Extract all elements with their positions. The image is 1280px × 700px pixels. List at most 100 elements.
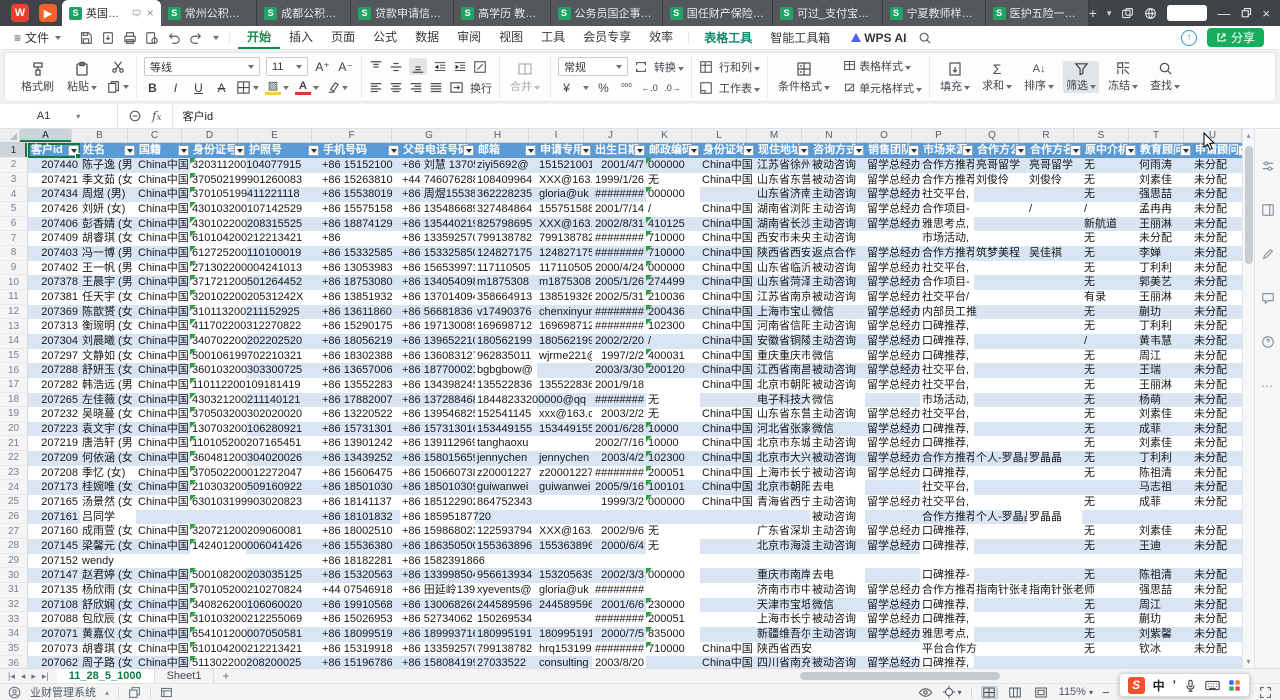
row-header-10[interactable]: 10 <box>0 275 28 290</box>
cell-O16[interactable]: 留学总经办 <box>865 363 920 378</box>
page-layout-view-button[interactable] <box>1007 686 1024 699</box>
search-icon[interactable] <box>918 31 932 45</box>
cell-P22[interactable]: 合作方推荐 <box>920 451 974 466</box>
cell-A22[interactable]: 207209 <box>28 451 80 466</box>
cell-M36[interactable]: 四川省南充 <box>755 656 810 668</box>
cell-L22[interactable]: China中国 <box>700 451 755 466</box>
cell-T26[interactable] <box>1137 510 1192 525</box>
cell-J20[interactable]: 2001/6/28 <box>592 422 646 437</box>
cell-R18[interactable] <box>1027 393 1082 408</box>
cell-R29[interactable] <box>1027 554 1082 569</box>
menu-item[interactable]: 数据 <box>406 26 448 49</box>
cell-M33[interactable]: 上海市长宁 <box>755 612 810 627</box>
cell-N29[interactable] <box>810 554 865 569</box>
cell-C29[interactable] <box>136 554 190 569</box>
cell-Q28[interactable] <box>974 539 1027 554</box>
cell-R6[interactable] <box>1027 217 1082 232</box>
menu-item[interactable]: 页面 <box>322 26 364 49</box>
cell-K32[interactable]: 230000 <box>646 598 700 613</box>
cell-O21[interactable]: 留学总经办 <box>865 436 920 451</box>
cell-J30[interactable]: 2002/3/3 <box>592 568 646 583</box>
cell-Q31[interactable]: 指南针张老师 <box>974 583 1027 598</box>
cell-I11[interactable]: 138519326 <box>537 290 592 305</box>
find-button[interactable]: 查找 <box>1147 61 1183 93</box>
cell-D29[interactable] <box>190 554 246 569</box>
cell-T14[interactable]: 黄韦慧 <box>1137 334 1192 349</box>
scroll-down-icon[interactable]: ▾ <box>1246 655 1250 668</box>
cell-J18[interactable]: ######## <box>592 393 646 408</box>
cell-A10[interactable]: 207378 <box>28 275 80 290</box>
cell-B18[interactable]: 左佳薇 (女 <box>80 393 136 408</box>
cell-Q18[interactable] <box>974 393 1027 408</box>
cell-I28[interactable]: 155363896 <box>537 539 592 554</box>
cell-J26[interactable] <box>592 510 646 525</box>
cell-O12[interactable]: 留学总经办 <box>865 305 920 320</box>
cell-H25[interactable]: 864752343 <box>475 495 537 510</box>
increase-decimal-icon[interactable]: ←.0 <box>641 83 658 93</box>
cell-K3[interactable]: 无 <box>646 173 700 188</box>
cell-T3[interactable]: 刘素佳 <box>1137 173 1192 188</box>
fx-icon[interactable]: fx <box>152 109 162 123</box>
cell-G32[interactable]: +86 1300682663 <box>400 598 475 613</box>
cell-T12[interactable]: 蒯玏 <box>1137 305 1192 320</box>
cell-K36[interactable] <box>646 656 700 668</box>
cell-G28[interactable]: +86 1863505000 <box>400 539 475 554</box>
cell-C11[interactable]: China中国 <box>136 290 190 305</box>
cell-D14[interactable]: 340702200202202520 <box>190 334 246 349</box>
cell-D6[interactable]: 430102200208315525 <box>190 217 246 232</box>
column-header-G[interactable]: G <box>392 129 467 142</box>
cell-Q30[interactable] <box>974 568 1027 583</box>
cell-U9[interactable]: 未分配 <box>1192 261 1242 276</box>
cell-B10[interactable]: 王晨宇 (男 <box>80 275 136 290</box>
cell-Q10[interactable] <box>974 275 1027 290</box>
underline-button[interactable]: U <box>190 81 207 95</box>
cell-H7[interactable]: 799138782 <box>475 231 537 246</box>
cell-A5[interactable]: 207426 <box>28 202 80 217</box>
cell-D10[interactable]: 371721200501264452 <box>190 275 246 290</box>
cell-C7[interactable]: China中国 <box>136 231 190 246</box>
cell-R4[interactable] <box>1027 187 1082 202</box>
cell-Q7[interactable] <box>974 231 1027 246</box>
cell-J3[interactable]: 1999/1/26 <box>592 173 646 188</box>
minimize-button[interactable]: — <box>1217 7 1230 20</box>
cell-N8[interactable]: 返点合作 <box>810 246 865 261</box>
cell-P16[interactable]: 社交平台, <box>920 363 974 378</box>
cell-J13[interactable]: ######## <box>592 319 646 334</box>
cell-O8[interactable]: 留学总经办 <box>865 246 920 261</box>
rows-columns-button[interactable]: 行和列 <box>719 59 760 75</box>
justify-icon[interactable] <box>429 81 443 95</box>
cell-F11[interactable]: +86 13851932 <box>320 290 400 305</box>
cell-I5[interactable]: 155751588 <box>537 202 592 217</box>
cell-M3[interactable]: 山东省东营 <box>755 173 810 188</box>
first-sheet-icon[interactable]: |◂ <box>8 671 15 682</box>
cell-R14[interactable] <box>1027 334 1082 349</box>
promo-pill[interactable] <box>1167 5 1207 21</box>
cell-A32[interactable]: 207108 <box>28 598 80 613</box>
cell-M30[interactable]: 重庆市南岸 <box>755 568 810 583</box>
cell-I14[interactable]: 180562199 <box>537 334 592 349</box>
cell-U13[interactable]: 未分配 <box>1192 319 1242 334</box>
cell-S24[interactable] <box>1082 480 1137 495</box>
cell-S26[interactable] <box>1082 510 1137 525</box>
cell-D33[interactable]: 310103200212255069 <box>190 612 246 627</box>
cell-I33[interactable] <box>537 612 592 627</box>
cell-Q24[interactable] <box>974 480 1027 495</box>
cell-U25[interactable]: 未分配 <box>1192 495 1242 510</box>
cell-I9[interactable]: 117110505 <box>537 261 592 276</box>
cell-B27[interactable]: 成雨萱 (女 <box>80 524 136 539</box>
cell-D28[interactable]: 142401200006041426 <box>190 539 246 554</box>
cell-P13[interactable]: 口碑推荐, <box>920 319 974 334</box>
file-tab[interactable]: S医护五险一金.xlsx <box>986 0 1089 26</box>
row-header-3[interactable]: 3 <box>0 173 28 188</box>
cell-I8[interactable]: 124827175 <box>537 246 592 261</box>
cell-N33[interactable]: 被动咨询 <box>810 612 865 627</box>
header-cell-G1[interactable]: 父母电话号码 <box>400 143 475 158</box>
cell-O32[interactable]: 留学总经办 <box>865 598 920 613</box>
cell-P36[interactable]: 口碑推荐, <box>920 656 974 668</box>
cell-B28[interactable]: 梁馨元 (女 <box>80 539 136 554</box>
cell-F33[interactable]: +86 15026953 <box>320 612 400 627</box>
cell-H5[interactable]: 327484864 <box>475 202 537 217</box>
row-header-36[interactable]: 36 <box>0 656 28 668</box>
cell-O9[interactable]: 留学总经办 <box>865 261 920 276</box>
close-button[interactable]: × <box>1262 7 1270 20</box>
